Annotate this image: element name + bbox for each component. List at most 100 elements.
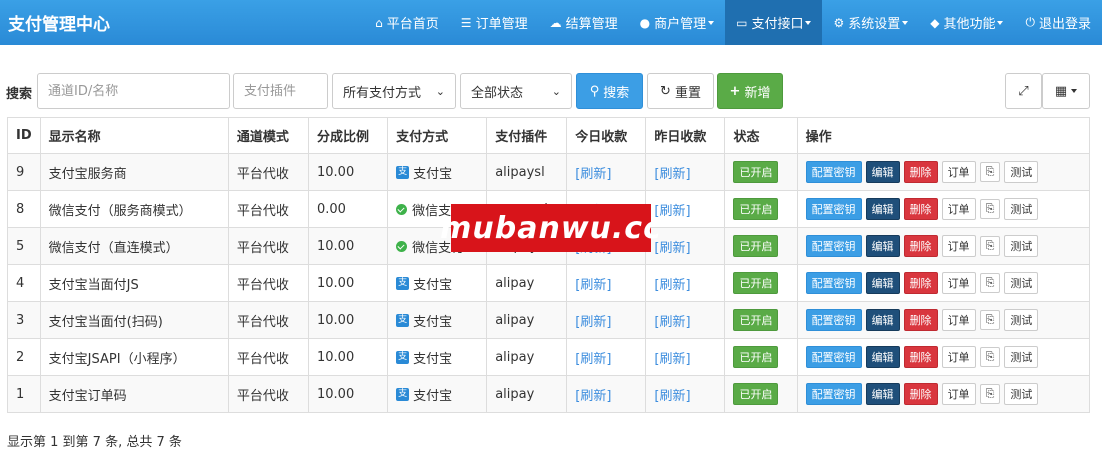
test-button[interactable]: 测试 [1004,346,1039,368]
nav-item-2[interactable]: ☁ 结算管理 [539,0,629,45]
test-button[interactable]: 测试 [1004,309,1039,331]
delete-button[interactable]: 删除 [903,309,938,331]
today-refresh-link[interactable]: [刷新] [575,389,611,404]
pay-method-label: 支付宝 [413,166,453,182]
add-button[interactable]: + 新增 [717,73,783,109]
config-key-button[interactable]: 配置密钥 [805,383,862,405]
delete-button[interactable]: 删除 [903,198,938,220]
edit-button[interactable]: 编辑 [865,161,900,183]
copy-icon[interactable]: ⎘ [979,347,1001,367]
reset-button[interactable]: ↻ 重置 [647,73,714,109]
main-nav: ⌂ 平台首页 ☰ 订单管理 ☁ 结算管理 ● 商户管理 ▭ 支付接口 ⚙ 系统设置 ◆ 其他功能 ⏻ 退出登录 [364,0,1102,45]
search-button[interactable]: ⚲ 搜索 [576,73,643,109]
row-plugin: alipay [495,312,535,328]
status-toggle[interactable]: 已开启 [733,272,779,294]
yesterday-refresh-link[interactable]: [刷新] [654,315,690,330]
alipay-icon: 支 [396,387,410,401]
order-button[interactable]: 订单 [941,161,976,183]
delete-button[interactable]: 删除 [903,161,938,183]
row-plugin: alipay [495,386,535,402]
delete-button[interactable]: 删除 [903,272,938,294]
status-toggle[interactable]: 已开启 [733,383,779,405]
edit-button[interactable]: 编辑 [865,272,900,294]
pay-method-select[interactable]: 所有支付方式 ⌄ [332,73,456,109]
row-pay-method: 支支付宝 [396,311,452,330]
row-name: 支付宝订单码 [48,388,127,404]
copy-icon[interactable]: ⎘ [979,310,1001,330]
nav-item-label: 其他功能 [943,17,996,32]
status-toggle[interactable]: 已开启 [733,161,779,183]
status-select[interactable]: 全部状态 ⌄ [460,73,572,109]
today-refresh-link[interactable]: [刷新] [575,352,611,367]
plugin-search-input[interactable] [233,73,328,109]
fullscreen-icon: ⤢ [1018,83,1029,99]
nav-item-3[interactable]: ● 商户管理 [629,0,726,45]
column-header: 分成比例 [307,117,389,154]
status-toggle[interactable]: 已开启 [733,346,779,368]
copy-icon[interactable]: ⎘ [979,384,1001,404]
config-key-button[interactable]: 配置密钥 [805,272,862,294]
row-id: 2 [16,349,25,365]
test-button[interactable]: 测试 [1004,198,1039,220]
test-button[interactable]: 测试 [1004,383,1039,405]
yesterday-refresh-link[interactable]: [刷新] [654,389,690,404]
brand-title[interactable]: 支付管理中心 [8,10,110,35]
wechat-pay-icon [396,203,408,215]
cloud-icon: ☁ [549,15,562,30]
row-actions: 配置密钥 编辑 删除 订单 ⎘ 测试 [805,161,1081,183]
config-key-button[interactable]: 配置密钥 [805,309,862,331]
status-toggle[interactable]: 已开启 [733,198,779,220]
row-pay-method: 支支付宝 [396,274,452,293]
yesterday-refresh-link[interactable]: [刷新] [654,352,690,367]
row-ratio: 10.00 [317,312,355,328]
row-mode: 平台代收 [236,314,289,330]
search-label: 搜索 [6,87,33,102]
edit-button[interactable]: 编辑 [865,198,900,220]
order-button[interactable]: 订单 [941,235,976,257]
config-key-button[interactable]: 配置密钥 [805,198,862,220]
order-button[interactable]: 订单 [941,346,976,368]
nav-item-5[interactable]: ⚙ 系统设置 [822,0,919,45]
status-toggle[interactable]: 已开启 [733,309,779,331]
copy-icon[interactable]: ⎘ [979,162,1001,182]
test-button[interactable]: 测试 [1004,235,1039,257]
config-key-button[interactable]: 配置密钥 [805,235,862,257]
copy-icon[interactable]: ⎘ [979,236,1001,256]
order-button[interactable]: 订单 [941,198,976,220]
channel-search-input[interactable] [37,73,230,109]
nav-item-0[interactable]: ⌂ 平台首页 [364,0,450,45]
status-toggle[interactable]: 已开启 [733,235,779,257]
row-mode: 平台代收 [236,203,289,219]
config-key-button[interactable]: 配置密钥 [805,346,862,368]
fullscreen-button[interactable]: ⤢ [1005,73,1042,109]
nav-item-1[interactable]: ☰ 订单管理 [450,0,539,45]
order-button[interactable]: 订单 [941,272,976,294]
nav-item-4[interactable]: ▭ 支付接口 [725,0,823,45]
order-button[interactable]: 订单 [941,309,976,331]
copy-icon[interactable]: ⎘ [979,273,1001,293]
delete-button[interactable]: 删除 [903,235,938,257]
delete-button[interactable]: 删除 [903,383,938,405]
nav-item-6[interactable]: ◆ 其他功能 [919,0,1014,45]
columns-toggle-button[interactable]: ▦ [1042,73,1090,109]
edit-button[interactable]: 编辑 [865,383,900,405]
edit-button[interactable]: 编辑 [865,346,900,368]
search-button-label: 搜索 [603,85,630,101]
test-button[interactable]: 测试 [1004,161,1039,183]
delete-button[interactable]: 删除 [903,346,938,368]
nav-item-label: 退出登录 [1038,17,1091,32]
order-button[interactable]: 订单 [941,383,976,405]
edit-button[interactable]: 编辑 [865,235,900,257]
yesterday-refresh-link[interactable]: [刷新] [654,167,690,182]
today-refresh-link[interactable]: [刷新] [575,167,611,182]
today-refresh-link[interactable]: [刷新] [575,315,611,330]
row-ratio: 10.00 [317,238,355,254]
edit-button[interactable]: 编辑 [865,309,900,331]
copy-icon[interactable]: ⎘ [979,199,1001,219]
row-actions: 配置密钥 编辑 删除 订单 ⎘ 测试 [805,383,1081,405]
today-refresh-link[interactable]: [刷新] [575,278,611,293]
yesterday-refresh-link[interactable]: [刷新] [654,278,690,293]
test-button[interactable]: 测试 [1004,272,1039,294]
config-key-button[interactable]: 配置密钥 [805,161,862,183]
nav-item-7[interactable]: ⏻ 退出登录 [1014,0,1102,45]
